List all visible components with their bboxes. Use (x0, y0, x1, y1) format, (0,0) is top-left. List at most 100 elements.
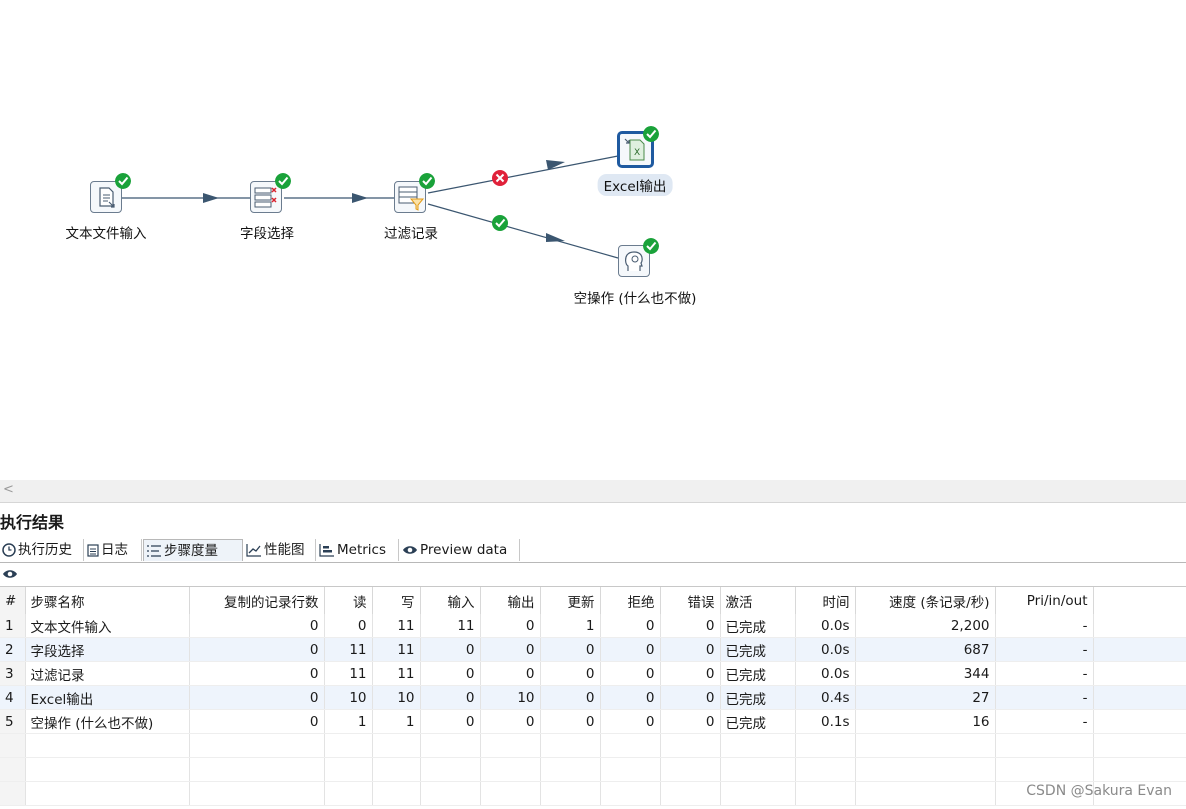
hop-filter-to-dummy[interactable] (427, 203, 619, 259)
table-cell (995, 757, 1094, 782)
table-cell (324, 733, 373, 758)
table-cell: 0 (600, 709, 661, 734)
table-cell: 已完成 (720, 709, 796, 734)
table-row[interactable] (0, 733, 1186, 758)
table-row[interactable]: 4 Excel输出 0 10 10 0 10 0 0 0 已完成 0.4s 27- (0, 685, 1186, 710)
step-label-dummy[interactable]: 空操作 (什么也不做) (574, 287, 697, 307)
hop-layer (122, 155, 619, 259)
table-cell: Excel输出 (25, 685, 190, 710)
table-cell-filler (1093, 733, 1186, 758)
table-cell: 0 (600, 661, 661, 686)
table-cell: - (995, 685, 1094, 710)
table-cell (720, 733, 796, 758)
table-cell (0, 781, 26, 806)
table-cell: 0.4s (795, 685, 856, 710)
table-cell: 0 (540, 685, 601, 710)
table-cell: 0 (324, 614, 373, 638)
table-cell: 11 (372, 637, 421, 662)
table-cell (189, 757, 325, 782)
tab-log[interactable]: 日志 (85, 539, 142, 561)
table-cell-filler (1093, 709, 1186, 734)
column-header[interactable]: 错误 (660, 587, 721, 614)
step-label-select-values[interactable]: 字段选择 (240, 222, 294, 242)
column-header[interactable]: 读 (324, 587, 373, 614)
column-header[interactable]: 写 (372, 587, 421, 614)
table-cell: 1 (0, 614, 26, 638)
table-row[interactable] (0, 781, 1186, 806)
table-cell: 10 (372, 685, 421, 710)
table-cell: 已完成 (720, 614, 796, 638)
table-cell (995, 733, 1094, 758)
table-cell (189, 781, 325, 806)
column-header-filler (1093, 587, 1186, 614)
table-cell: 0 (600, 637, 661, 662)
table-row[interactable]: 2 字段选择 0 11 11 0 0 0 0 0 已完成 0.0s 687- (0, 637, 1186, 662)
tab-metrics[interactable]: Metrics (317, 539, 399, 561)
table-cell: 1 (324, 709, 373, 734)
success-check-icon (643, 126, 659, 142)
table-cell (855, 781, 996, 806)
hop-select-values-to-filter-rows[interactable] (284, 193, 394, 203)
step-label-excel-output[interactable]: Excel输出 (597, 174, 673, 196)
metrics-toolbar (0, 563, 1186, 587)
column-header[interactable]: 速度 (条记录/秒) (855, 587, 996, 614)
hop-filter-to-excel[interactable] (427, 155, 619, 194)
table-cell: 0 (660, 709, 721, 734)
table-cell (372, 781, 421, 806)
table-row[interactable] (0, 757, 1186, 782)
table-cell: 0 (480, 661, 541, 686)
tab-label: Preview data (420, 542, 508, 558)
tab-execution-history[interactable]: 执行历史 (0, 539, 84, 561)
tab-preview-data[interactable]: Preview data (400, 539, 520, 561)
table-cell (660, 733, 721, 758)
false-condition-icon[interactable] (492, 170, 508, 186)
table-cell: - (995, 709, 1094, 734)
table-row[interactable]: 1 文本文件输入 0 0 11 11 0 1 0 0 已完成 0.0s 2,200- (0, 614, 1186, 638)
tab-performance-graph[interactable]: 性能图 (244, 539, 316, 561)
table-cell: 10 (324, 685, 373, 710)
column-header[interactable]: 更新 (540, 587, 601, 614)
column-header[interactable]: 步骤名称 (25, 587, 190, 614)
column-header[interactable]: 输出 (480, 587, 541, 614)
table-cell: 文本文件输入 (25, 614, 190, 638)
tab-step-metrics[interactable]: 步骤度量 (143, 539, 243, 561)
column-header[interactable]: # (0, 587, 26, 614)
table-cell: - (995, 637, 1094, 662)
table-cell: 0 (540, 709, 601, 734)
eye-icon[interactable] (2, 568, 18, 580)
success-check-icon (275, 173, 291, 189)
table-cell: 11 (420, 614, 481, 638)
table-cell (372, 733, 421, 758)
table-cell: 0 (420, 685, 481, 710)
true-condition-icon[interactable] (492, 215, 508, 231)
table-cell (0, 757, 26, 782)
table-cell: 11 (324, 661, 373, 686)
table-cell: 11 (372, 661, 421, 686)
table-cell (420, 781, 481, 806)
hop-text-input-to-select-values[interactable] (122, 193, 250, 203)
table-cell (480, 781, 541, 806)
step-metrics-list-icon (147, 545, 161, 557)
column-header[interactable]: Pri/in/out (995, 587, 1094, 614)
table-row[interactable]: 5 空操作 (什么也不做) 0 1 1 0 0 0 0 0 已完成 0.1s 16- (0, 709, 1186, 734)
table-cell (660, 781, 721, 806)
column-header[interactable]: 激活 (720, 587, 796, 614)
column-header[interactable]: 拒绝 (600, 587, 661, 614)
canvas-horizontal-scrollbar[interactable]: < (0, 480, 1186, 503)
table-row[interactable]: 3 过滤记录 0 11 11 0 0 0 0 0 已完成 0.0s 344- (0, 661, 1186, 686)
scroll-left-icon[interactable]: < (3, 482, 14, 497)
table-cell (720, 757, 796, 782)
column-header[interactable]: 输入 (420, 587, 481, 614)
table-cell: 3 (0, 661, 26, 686)
step-label-filter-rows[interactable]: 过滤记录 (384, 222, 438, 242)
table-cell: 0 (189, 637, 325, 662)
table-cell: 4 (0, 685, 26, 710)
table-cell (25, 781, 190, 806)
column-header[interactable]: 复制的记录行数 (189, 587, 325, 614)
transformation-canvas[interactable]: 文本文件输入 字段选择 过滤记录 X Excel输出 空操作 (什么也不做) (0, 0, 1186, 480)
step-label-text-input[interactable]: 文本文件输入 (66, 222, 147, 242)
table-cell (480, 757, 541, 782)
table-cell: 0 (600, 614, 661, 638)
column-header[interactable]: 时间 (795, 587, 856, 614)
history-clock-icon (2, 543, 16, 557)
